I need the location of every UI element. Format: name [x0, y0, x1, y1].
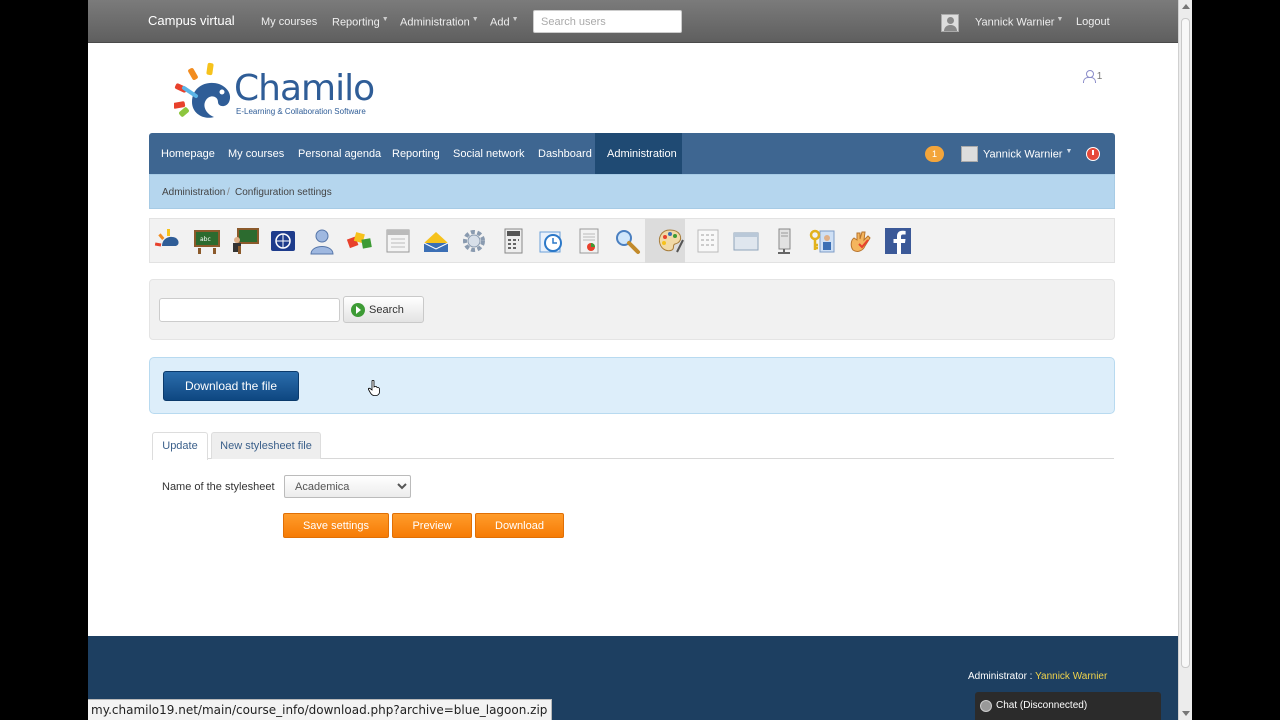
- stylesheet-name-label: Name of the stylesheet: [162, 481, 275, 493]
- footer-admin-name[interactable]: Yannick Warnier: [1035, 671, 1107, 682]
- nav-my-courses[interactable]: My courses: [228, 148, 284, 160]
- grid-icon[interactable]: [693, 226, 723, 256]
- download-button[interactable]: Download: [475, 513, 564, 538]
- security-icon[interactable]: [807, 226, 837, 256]
- clock-icon[interactable]: [536, 226, 566, 256]
- chat-widget[interactable]: Chat (Disconnected): [975, 692, 1161, 720]
- svg-text:abc: abc: [200, 236, 211, 243]
- user-avatar-icon: [961, 146, 978, 162]
- user-icon[interactable]: [307, 226, 337, 256]
- stylesheet-select[interactable]: Academica: [284, 475, 411, 498]
- user-icon: [1083, 70, 1096, 83]
- chameleon-icon: [174, 62, 231, 118]
- main-navigation: Homepage My courses Personal agenda Repo…: [149, 133, 1115, 174]
- nav-personal-agenda[interactable]: Personal agenda: [298, 148, 381, 160]
- user-avatar-icon: [941, 14, 959, 32]
- logo-tagline: E-Learning & Collaboration Software: [236, 107, 366, 116]
- search-panel: Search: [149, 279, 1115, 340]
- breadcrumb: Administration / Configuration settings: [149, 174, 1115, 209]
- chamilo-logo[interactable]: Chamilo E-Learning & Collaboration Softw…: [174, 62, 404, 124]
- mail-icon[interactable]: [421, 226, 451, 256]
- nav-homepage[interactable]: Homepage: [161, 148, 215, 160]
- download-file-button[interactable]: Download the file: [163, 371, 299, 401]
- calendar-icon[interactable]: [383, 226, 413, 256]
- hand-icon[interactable]: [845, 226, 875, 256]
- scroll-down-icon[interactable]: [1182, 711, 1190, 716]
- chevron-down-icon: ▼: [471, 16, 479, 23]
- chevron-down-icon: ▼: [1065, 148, 1073, 155]
- facebook-icon[interactable]: [883, 226, 913, 256]
- page-scrollbar[interactable]: [1178, 0, 1192, 720]
- top-menu-administration[interactable]: Administration ▼: [400, 16, 479, 29]
- nav-dashboard[interactable]: Dashboard: [538, 148, 592, 160]
- nav-administration[interactable]: Administration: [607, 148, 677, 160]
- world-icon[interactable]: [268, 226, 298, 256]
- breadcrumb-configuration-settings: Configuration settings: [235, 187, 332, 198]
- logo-wordmark: Chamilo: [234, 68, 375, 109]
- hand-cursor-icon: [368, 380, 380, 396]
- preview-button[interactable]: Preview: [392, 513, 472, 538]
- chevron-down-icon: ▼: [1056, 16, 1064, 23]
- chart-icon[interactable]: [574, 226, 604, 256]
- window-icon[interactable]: [731, 226, 761, 256]
- save-settings-button[interactable]: Save settings: [283, 513, 389, 538]
- desktop-background: [1192, 0, 1280, 720]
- online-users-count: 1: [1096, 71, 1103, 83]
- browser-status-url: my.chamilo19.net/main/course_info/downlo…: [88, 699, 553, 720]
- online-users[interactable]: 1: [1083, 70, 1102, 83]
- server-icon[interactable]: [769, 226, 799, 256]
- top-menu-add[interactable]: Add ▼: [490, 16, 519, 29]
- cubes-icon[interactable]: [345, 226, 375, 256]
- scroll-up-icon[interactable]: [1182, 4, 1190, 9]
- top-menu-reporting[interactable]: Reporting ▼: [332, 16, 389, 29]
- tab-new-stylesheet-file[interactable]: New stylesheet file: [211, 432, 321, 459]
- stylesheet-tabs: Update New stylesheet file: [152, 432, 1114, 460]
- chevron-down-icon: ▼: [381, 16, 389, 23]
- logout-link[interactable]: Logout: [1076, 16, 1110, 28]
- scrollbar-thumb[interactable]: [1181, 18, 1190, 668]
- chat-status-icon: [980, 700, 992, 712]
- chevron-down-icon: ▼: [511, 16, 519, 23]
- top-menu-my-courses[interactable]: My courses: [261, 16, 317, 28]
- download-info-panel: Download the file: [149, 357, 1115, 414]
- chat-status-label: Chat (Disconnected): [996, 700, 1088, 711]
- footer-administrator: Administrator : Yannick Warnier: [968, 671, 1108, 682]
- breadcrumb-administration[interactable]: Administration: [162, 187, 225, 198]
- top-bar: Campus virtual My courses Reporting ▼ Adm…: [88, 0, 1178, 43]
- search-icon[interactable]: [612, 226, 642, 256]
- breadcrumb-separator: /: [227, 187, 230, 198]
- palette-icon[interactable]: [655, 226, 685, 256]
- search-users-input[interactable]: [533, 10, 682, 33]
- browser-page: Campus virtual My courses Reporting ▼ Adm…: [88, 0, 1178, 720]
- nav-social-network[interactable]: Social network: [453, 148, 525, 160]
- campus-brand[interactable]: Campus virtual: [148, 13, 235, 28]
- tab-update[interactable]: Update: [152, 432, 208, 460]
- nav-reporting[interactable]: Reporting: [392, 148, 440, 160]
- notification-badge[interactable]: 1: [925, 146, 944, 162]
- go-arrow-icon: [351, 302, 365, 317]
- blackboard-icon[interactable]: abc: [192, 226, 222, 256]
- search-button[interactable]: Search: [343, 296, 424, 323]
- nav-user-menu[interactable]: Yannick Warnier ▼: [983, 148, 1072, 161]
- calculator-icon[interactable]: [498, 226, 528, 256]
- settings-search-input[interactable]: [159, 298, 340, 322]
- power-logout-icon[interactable]: [1086, 147, 1100, 161]
- top-user-menu[interactable]: Yannick Warnier ▼: [975, 16, 1063, 29]
- gear-icon[interactable]: [459, 226, 489, 256]
- admin-icon-toolbar: abc: [149, 218, 1115, 263]
- chamilo-icon[interactable]: [154, 226, 184, 256]
- teacher-icon[interactable]: [230, 226, 260, 256]
